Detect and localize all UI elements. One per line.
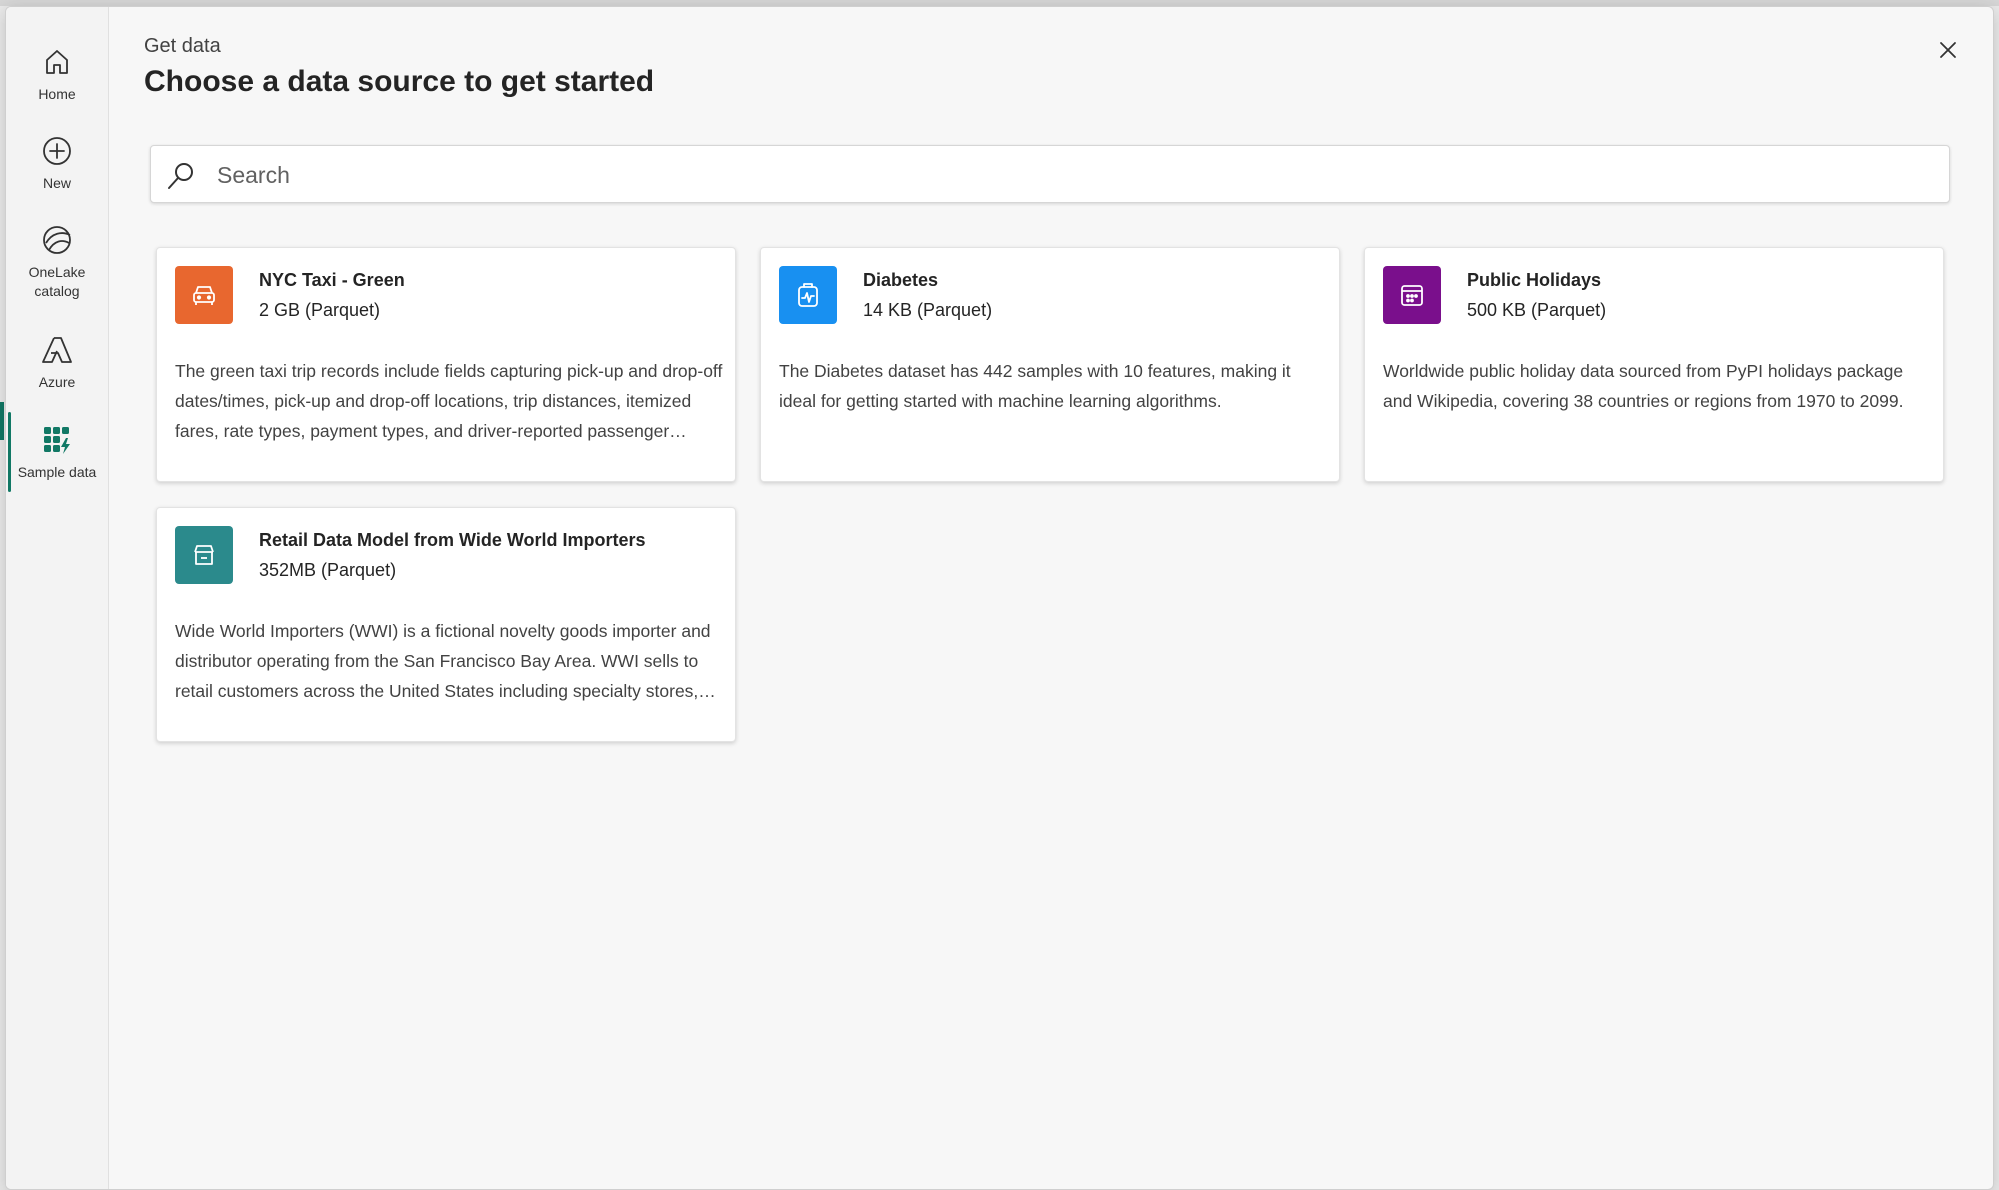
dataset-card-diabetes[interactable]: Diabetes 14 KB (Parquet) The Diabetes da… — [760, 247, 1340, 482]
dataset-card-size: 14 KB (Parquet) — [863, 300, 993, 320]
onelake-icon — [40, 223, 74, 257]
home-icon — [40, 45, 74, 79]
dataset-card-nyc-taxi[interactable]: NYC Taxi - Green 2 GB (Parquet) The gree… — [156, 247, 736, 482]
plus-circle-icon — [40, 134, 74, 168]
dataset-card-description: Worldwide public holiday data sourced fr… — [1383, 361, 1904, 411]
car-icon — [193, 286, 215, 305]
sample-data-icon — [40, 423, 74, 457]
nav-rail: Home New OneLake catalog Azure Sample da… — [6, 7, 109, 1189]
search-input[interactable] — [215, 154, 1919, 196]
dialog-eyebrow: Get data — [144, 35, 221, 57]
dataset-card-title: NYC Taxi - Green — [259, 270, 405, 290]
nav-item-onelake-catalog[interactable]: OneLake catalog — [6, 223, 108, 301]
nav-item-sample-data[interactable]: Sample data — [6, 423, 108, 482]
nav-item-azure-label: Azure — [38, 374, 76, 390]
search-icon — [165, 160, 197, 192]
dialog-title: Choose a data source to get started — [144, 65, 655, 98]
dataset-card-tile — [175, 266, 233, 324]
dataset-card-tile — [779, 266, 837, 324]
dataset-card-public-holidays[interactable]: Public Holidays 500 KB (Parquet) Worldwi… — [1364, 247, 1944, 482]
store-icon — [194, 545, 214, 565]
dataset-card-title: Retail Data Model from Wide World Import… — [259, 530, 646, 550]
nav-item-home-label: Home — [38, 86, 76, 102]
nav-item-sample-data-label: Sample data — [17, 464, 97, 480]
background-accent-bar — [0, 402, 4, 440]
azure-icon — [40, 333, 74, 367]
dataset-card-description: The Diabetes dataset has 442 samples wit… — [779, 361, 1291, 411]
dataset-card-tile — [1383, 266, 1441, 324]
nav-item-new-label: New — [42, 175, 71, 191]
nav-item-home[interactable]: Home — [6, 45, 108, 104]
dataset-card-title: Diabetes — [863, 270, 939, 290]
dataset-card-description: The green taxi trip records include fiel… — [175, 361, 723, 441]
nav-item-new[interactable]: New — [6, 134, 108, 193]
dataset-card-size: 500 KB (Parquet) — [1467, 300, 1607, 320]
dataset-card-title: Public Holidays — [1467, 270, 1602, 290]
close-button[interactable] — [1931, 33, 1965, 67]
health-icon — [798, 283, 818, 307]
nav-item-onelake-label: OneLake catalog — [28, 264, 86, 299]
calendar-icon — [1401, 285, 1423, 306]
nav-item-azure[interactable]: Azure — [6, 333, 108, 392]
dataset-card-retail-wwi[interactable]: Retail Data Model from Wide World Import… — [156, 507, 736, 742]
search-box[interactable] — [150, 145, 1950, 203]
get-data-dialog: Home New OneLake catalog Azure Sample da… — [5, 6, 1994, 1190]
dataset-card-description: Wide World Importers (WWI) is a fictiona… — [175, 621, 711, 701]
dataset-card-tile — [175, 526, 233, 584]
dataset-card-size: 352MB (Parquet) — [259, 560, 397, 580]
dataset-card-size: 2 GB (Parquet) — [259, 300, 381, 320]
close-icon — [1940, 42, 1956, 58]
